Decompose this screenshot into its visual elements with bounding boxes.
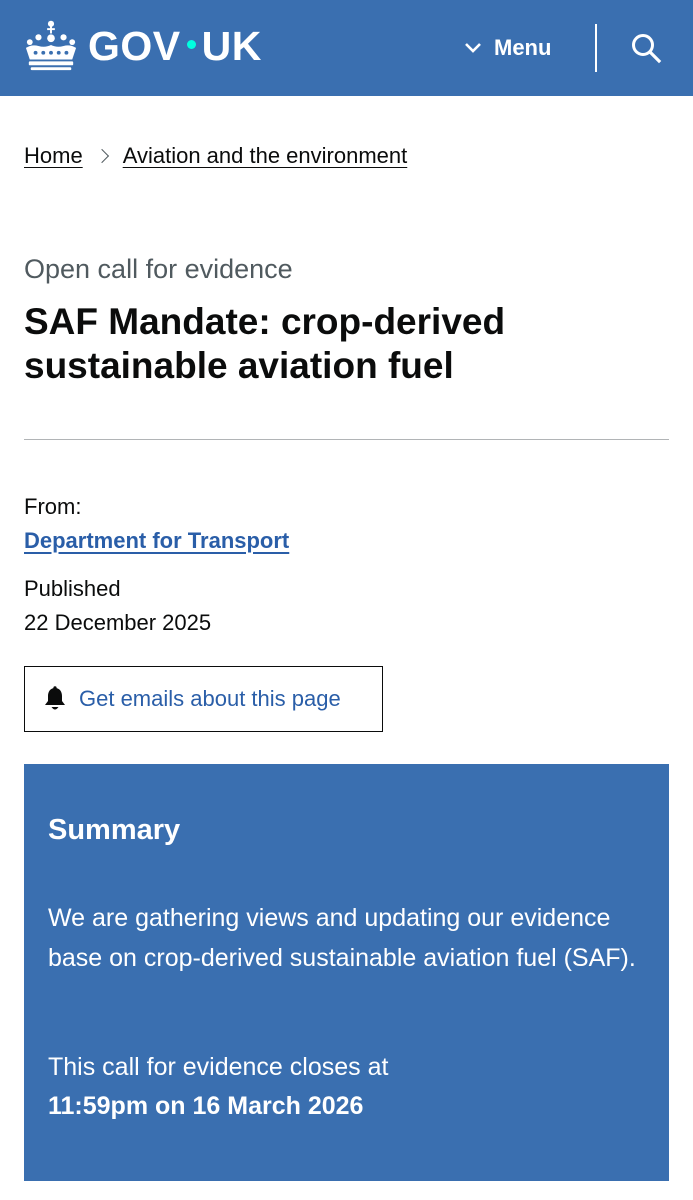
bell-icon <box>45 686 65 710</box>
menu-button[interactable]: Menu <box>464 30 551 66</box>
crown-icon <box>25 20 77 71</box>
breadcrumb-home[interactable]: Home <box>24 143 83 169</box>
get-emails-button[interactable]: Get emails about this page <box>24 666 383 732</box>
summary-box: Summary We are gathering views and updat… <box>24 764 669 1181</box>
get-emails-label: Get emails about this page <box>79 686 341 711</box>
header-divider <box>595 24 597 72</box>
menu-label: Menu <box>494 35 552 60</box>
breadcrumb: Home Aviation and the environment <box>24 143 407 169</box>
site-header: GOV UK Menu <box>0 0 693 96</box>
page-title: SAF Mandate: crop-derived sustainable av… <box>24 301 506 386</box>
chevron-down-icon <box>465 43 481 53</box>
breadcrumb-aviation-environment[interactable]: Aviation and the environment <box>123 143 408 169</box>
chevron-right-icon <box>94 148 109 164</box>
logo-text-uk: UK <box>201 22 262 69</box>
from-label: From: <box>24 494 82 519</box>
search-icon <box>632 34 662 64</box>
summary-body: We are gathering views and updating our … <box>48 904 636 972</box>
search-button[interactable] <box>626 28 666 68</box>
summary-closing: This call for evidence closes at 11:59pm… <box>48 1048 638 1126</box>
page-caption: Open call for evidence <box>24 254 293 284</box>
logo-text-gov: GOV <box>88 22 181 69</box>
closes-text: This call for evidence closes at <box>48 1053 389 1081</box>
published-label: Published <box>24 576 121 601</box>
organisation-link[interactable]: Department for Transport <box>24 528 289 554</box>
summary-title: Summary <box>48 814 181 846</box>
published-date: 22 December 2025 <box>24 610 212 635</box>
closes-date: 11:59pm on 16 March 2026 <box>48 1092 364 1120</box>
logo-dot <box>186 39 196 49</box>
logo-text: GOV UK <box>88 22 262 69</box>
govuk-logo[interactable]: GOV UK <box>22 18 262 74</box>
section-divider <box>24 439 669 440</box>
